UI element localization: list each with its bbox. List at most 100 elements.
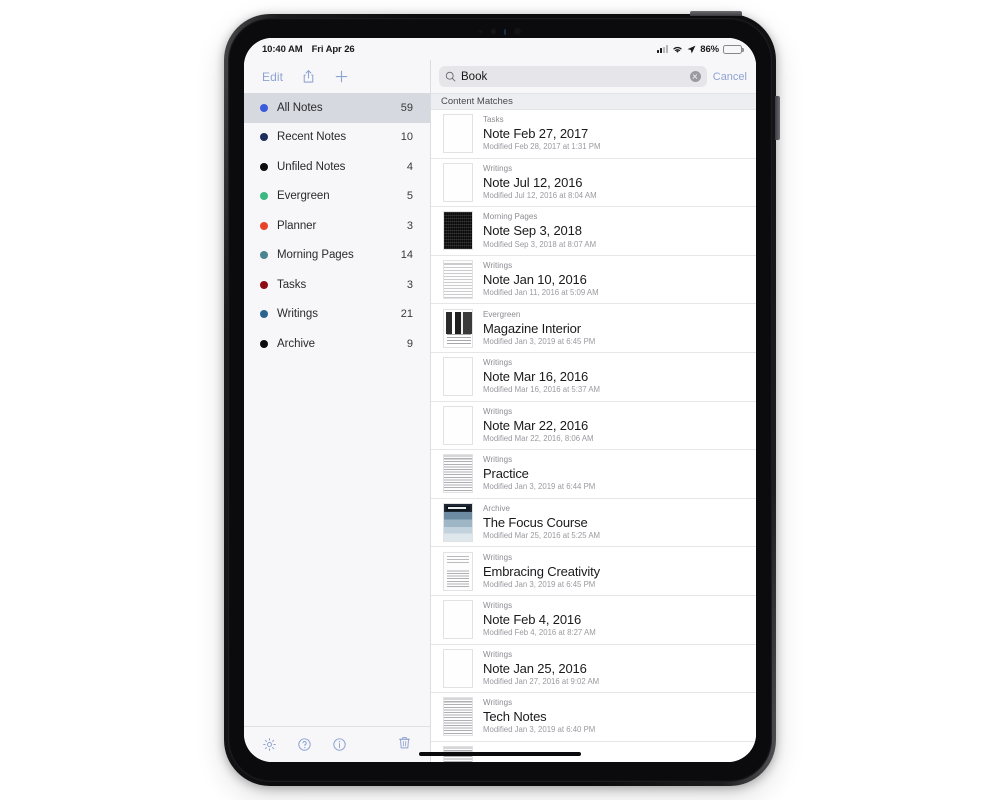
battery-percent-label: 86% bbox=[700, 43, 719, 55]
result-row[interactable]: Writings Note Feb 4, 2016 Modified Feb 4, … bbox=[431, 596, 756, 645]
front-camera-icon bbox=[513, 27, 522, 36]
result-modified-label: Modified Mar 22, 2016, 8:06 AM bbox=[483, 433, 594, 443]
result-folder-label: Writings bbox=[483, 552, 513, 562]
result-text-block: Writings Note Jan 10, 2016 Modified Jan 11… bbox=[483, 261, 746, 298]
sidebar-item-tasks[interactable]: Tasks 3 bbox=[244, 270, 430, 300]
sidebar-item-archive[interactable]: Archive 9 bbox=[244, 329, 430, 359]
sidebar-item-label: Recent Notes bbox=[277, 131, 347, 144]
sidebar-item-count: 3 bbox=[406, 278, 413, 291]
result-modified-label: Modified Jan 11, 2016 at 5:09 AM bbox=[483, 288, 599, 298]
result-row[interactable]: Morning Pages Note Sep 3, 2018 Modified Se… bbox=[431, 207, 756, 256]
result-text-block: Writings Embracing Creativity Modified Jan… bbox=[483, 553, 746, 590]
result-title: Note Sep 3, 2018 bbox=[483, 223, 582, 239]
sidebar-item-unfiled-notes[interactable]: Unfiled Notes 4 bbox=[244, 152, 430, 182]
folder-color-dot bbox=[260, 103, 268, 112]
sidebar: Edit All Notes 59 Recent Notes 10 Unfiled No… bbox=[244, 60, 431, 762]
sidebar-item-count: 3 bbox=[406, 219, 413, 232]
search-input[interactable]: Book bbox=[439, 66, 707, 87]
share-icon[interactable] bbox=[301, 69, 316, 84]
sidebar-item-planner[interactable]: Planner 3 bbox=[244, 211, 430, 241]
sidebar-item-count: 14 bbox=[400, 249, 413, 262]
sidebar-item-label: Evergreen bbox=[277, 190, 330, 203]
result-text-block: Writings Note Feb 4, 2016 Modified Feb 4, … bbox=[483, 601, 746, 638]
result-text-block: Writings Tech Notes Modified Jan 3, 2019 a… bbox=[483, 698, 746, 735]
plus-icon[interactable] bbox=[334, 69, 349, 84]
folder-color-dot bbox=[260, 251, 268, 260]
result-folder-label: Tasks bbox=[483, 115, 504, 125]
sidebar-item-recent-notes[interactable]: Recent Notes 10 bbox=[244, 123, 430, 153]
folder-color-dot bbox=[260, 192, 268, 201]
app-body: Edit All Notes 59 Recent Notes 10 Unfiled No… bbox=[244, 60, 756, 762]
note-thumbnail bbox=[443, 503, 473, 543]
result-row[interactable]: Writings Practice Modified Jan 3, 2019 at … bbox=[431, 450, 756, 499]
result-folder-label: Writings bbox=[483, 698, 513, 708]
result-row[interactable]: Writings Note Mar 22, 2016 Modified Mar 22… bbox=[431, 402, 756, 451]
result-title: Note Jul 12, 2016 bbox=[483, 174, 583, 190]
result-text-block: Tasks Note Feb 27, 2017 Modified Feb 28, 2… bbox=[483, 115, 746, 152]
sidebar-item-count: 4 bbox=[406, 160, 413, 173]
result-text-block: Evergreen Magazine Interior Modified Jan 3… bbox=[483, 310, 746, 347]
result-row[interactable]: Writings Tech Notes Modified Jan 3, 2019 a… bbox=[431, 693, 756, 742]
result-folder-label: Evergreen bbox=[483, 309, 521, 319]
sidebar-item-label: Archive bbox=[277, 337, 315, 350]
sidebar-item-label: Tasks bbox=[277, 278, 307, 291]
proximity-sensor-icon bbox=[490, 28, 497, 35]
sidebar-item-label: All Notes bbox=[277, 101, 323, 114]
result-row[interactable]: Writings Note Jul 12, 2016 Modified Jul 12… bbox=[431, 159, 756, 208]
cancel-button[interactable]: Cancel bbox=[713, 71, 750, 83]
result-modified-label: Modified Mar 25, 2016 at 5:25 AM bbox=[483, 531, 601, 541]
result-folder-label: Writings bbox=[483, 649, 513, 659]
result-folder-label: Writings bbox=[483, 358, 513, 368]
edit-button[interactable]: Edit bbox=[262, 70, 283, 84]
result-modified-label: Modified Mar 16, 2016 at 5:37 AM bbox=[483, 385, 601, 395]
info-circle-icon[interactable] bbox=[332, 737, 347, 752]
result-folder-label: Writings bbox=[483, 601, 513, 611]
sidebar-bottom-toolbar bbox=[244, 726, 430, 762]
note-thumbnail bbox=[443, 551, 473, 591]
result-row[interactable]: Writings Embracing Creativity Modified Jan… bbox=[431, 547, 756, 596]
clear-circle-icon[interactable] bbox=[689, 71, 701, 82]
power-button[interactable] bbox=[690, 11, 742, 16]
result-title: Embracing Creativity bbox=[483, 563, 600, 579]
note-thumbnail bbox=[443, 600, 473, 640]
sidebar-item-evergreen[interactable]: Evergreen 5 bbox=[244, 182, 430, 212]
gear-icon[interactable] bbox=[262, 737, 277, 752]
status-bar-left: 10:40 AM Fri Apr 26 bbox=[262, 44, 355, 55]
result-text-block: Writings Note Jan 25, 2016 Modified Jan 27… bbox=[483, 650, 746, 687]
content-matches-header: Content Matches bbox=[431, 93, 756, 110]
result-row[interactable]: Archive The Focus Course Modified Mar 25, … bbox=[431, 499, 756, 548]
home-indicator[interactable] bbox=[419, 752, 581, 756]
result-text-block: Writings bbox=[483, 761, 746, 762]
sidebar-item-count: 59 bbox=[400, 101, 413, 114]
result-folder-label: Writings bbox=[483, 260, 513, 270]
volume-button[interactable] bbox=[775, 96, 780, 140]
result-title: Note Jan 25, 2016 bbox=[483, 660, 587, 676]
result-text-block: Writings Note Jul 12, 2016 Modified Jul 12… bbox=[483, 164, 746, 201]
result-row[interactable]: Writings Note Mar 16, 2016 Modified Mar 16… bbox=[431, 353, 756, 402]
result-row[interactable]: Tasks Note Feb 27, 2017 Modified Feb 28, 2… bbox=[431, 110, 756, 159]
result-folder-label: Writings bbox=[483, 406, 513, 416]
sidebar-item-morning-pages[interactable]: Morning Pages 14 bbox=[244, 241, 430, 271]
results-list: Tasks Note Feb 27, 2017 Modified Feb 28, 2… bbox=[431, 110, 756, 762]
search-icon bbox=[445, 71, 456, 82]
result-text-block: Writings Practice Modified Jan 3, 2019 at … bbox=[483, 455, 746, 492]
result-modified-label: Modified Jan 3, 2019 at 6:40 PM bbox=[483, 725, 596, 735]
result-row[interactable]: Evergreen Magazine Interior Modified Jan 3… bbox=[431, 304, 756, 353]
dot-projector-icon bbox=[504, 28, 506, 35]
question-circle-icon[interactable] bbox=[297, 737, 312, 752]
result-title: Note Jan 10, 2016 bbox=[483, 271, 587, 287]
result-text-block: Archive The Focus Course Modified Mar 25, … bbox=[483, 504, 746, 541]
status-bar: 10:40 AM Fri Apr 26 86% bbox=[244, 38, 756, 60]
sidebar-item-all-notes[interactable]: All Notes 59 bbox=[244, 93, 430, 123]
sidebar-item-label: Writings bbox=[277, 308, 318, 321]
result-row[interactable]: Writings Note Jan 25, 2016 Modified Jan 27… bbox=[431, 645, 756, 694]
result-modified-label: Modified Feb 4, 2016 at 8:27 AM bbox=[483, 628, 596, 638]
result-modified-label: Modified Jan 3, 2019 at 6:45 PM bbox=[483, 336, 596, 346]
note-thumbnail bbox=[443, 308, 473, 348]
location-arrow-icon bbox=[687, 45, 696, 53]
result-row[interactable]: Writings Note Jan 10, 2016 Modified Jan 11… bbox=[431, 256, 756, 305]
sidebar-item-writings[interactable]: Writings 21 bbox=[244, 300, 430, 330]
result-title: Note Mar 22, 2016 bbox=[483, 417, 589, 433]
sidebar-item-label: Morning Pages bbox=[277, 249, 354, 262]
trash-icon[interactable] bbox=[397, 735, 412, 750]
